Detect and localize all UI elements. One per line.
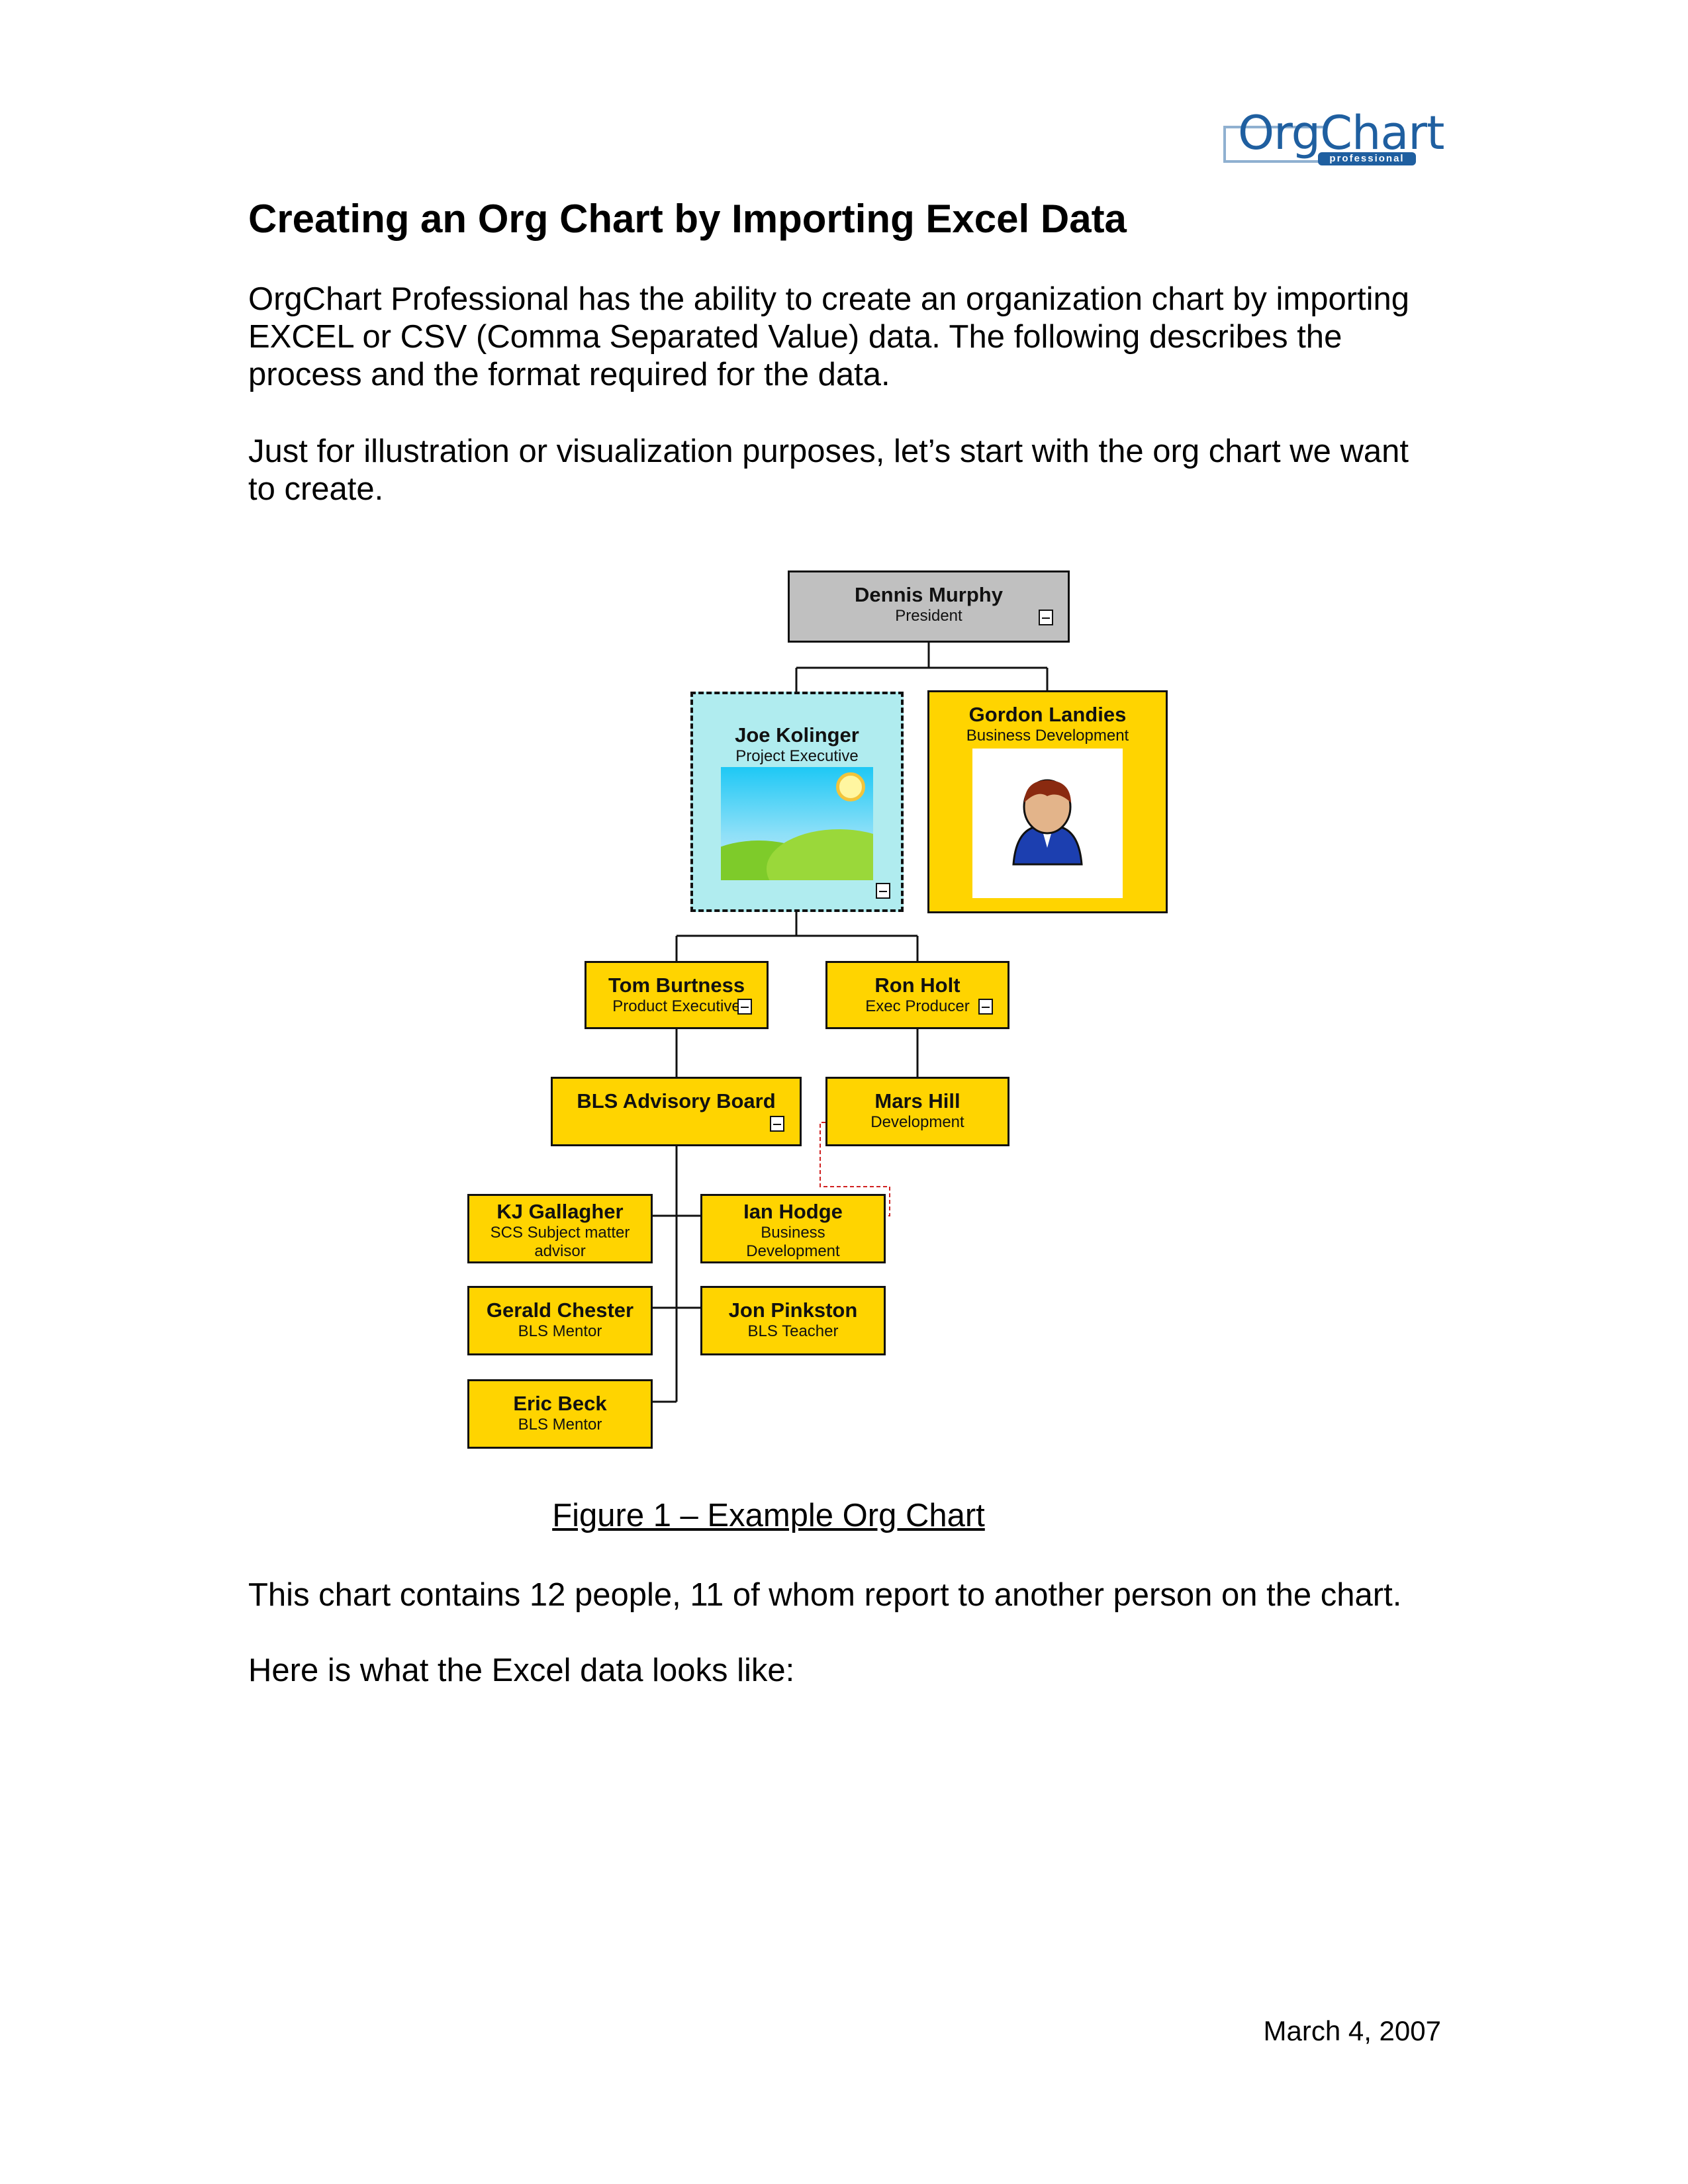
node-name: Ron Holt: [874, 974, 961, 997]
caption-text: Figure 1 – Example Org Chart: [552, 1498, 985, 1533]
footer-date: March 4, 2007: [1263, 2015, 1442, 2046]
node-name: Eric Beck: [513, 1392, 607, 1415]
sun-graphic: [836, 772, 865, 801]
org-node-gordon-landies[interactable]: Gordon Landies Business Development: [927, 690, 1168, 913]
node-name: Dennis Murphy: [855, 583, 1003, 606]
org-node-eric-beck[interactable]: Eric Beck BLS Mentor: [467, 1379, 653, 1449]
node-title: Business Development: [966, 727, 1129, 745]
node-title: BLS Teacher: [747, 1322, 839, 1340]
summary-paragraph: This chart contains 12 people, 11 of who…: [248, 1577, 1402, 1613]
photo-frame: [972, 749, 1123, 898]
org-node-jon-pinkston[interactable]: Jon Pinkston BLS Teacher: [700, 1286, 886, 1355]
node-name: Mars Hill: [874, 1089, 961, 1113]
org-node-mars-hill[interactable]: Mars Hill Development: [825, 1077, 1009, 1146]
connector-bls-spine: [653, 1146, 700, 1403]
node-title: BLS Mentor: [518, 1416, 602, 1433]
collapse-icon[interactable]: [876, 883, 890, 899]
org-node-joe-kolinger[interactable]: Joe Kolinger Project Executive: [690, 692, 904, 912]
figure-caption: Figure 1 – Example Org Chart: [0, 1497, 1537, 1534]
landscape-photo: [721, 767, 873, 880]
collapse-icon[interactable]: [737, 999, 752, 1015]
org-node-ron-holt[interactable]: Ron Holt Exec Producer: [825, 961, 1009, 1029]
collapse-icon[interactable]: [770, 1116, 784, 1132]
collapse-icon[interactable]: [1039, 610, 1053, 625]
node-name: Jon Pinkston: [728, 1298, 858, 1322]
node-title: President: [895, 607, 962, 625]
node-name: Gordon Landies: [968, 703, 1127, 726]
collapse-icon[interactable]: [978, 999, 993, 1015]
org-node-bls-advisory-board[interactable]: BLS Advisory Board: [551, 1077, 802, 1146]
connector-joe-children: [675, 912, 919, 961]
org-node-dennis-murphy[interactable]: Dennis Murphy President: [788, 570, 1070, 643]
node-name: Joe Kolinger: [735, 723, 859, 747]
excel-intro-paragraph: Here is what the Excel data looks like:: [248, 1653, 795, 1688]
org-node-kj-gallagher[interactable]: KJ Gallagher SCS Subject matter advisor: [467, 1194, 653, 1263]
org-node-tom-burtness[interactable]: Tom Burtness Product Executive: [585, 961, 769, 1029]
node-name: KJ Gallagher: [496, 1200, 624, 1223]
node-title: SCS Subject matter advisor: [490, 1224, 630, 1260]
node-name: BLS Advisory Board: [577, 1089, 776, 1113]
node-name: Tom Burtness: [608, 974, 745, 997]
node-title: Business Development: [746, 1224, 840, 1260]
org-node-ian-hodge[interactable]: Ian Hodge Business Development: [700, 1194, 886, 1263]
node-title: BLS Mentor: [518, 1322, 602, 1340]
node-name: Ian Hodge: [743, 1200, 843, 1223]
org-node-gerald-chester[interactable]: Gerald Chester BLS Mentor: [467, 1286, 653, 1355]
node-name: Gerald Chester: [486, 1298, 634, 1322]
person-avatar-icon: [1012, 779, 1083, 866]
node-title: Project Executive: [735, 747, 859, 765]
node-title: Development: [870, 1113, 964, 1131]
hill-graphic: [767, 829, 873, 880]
connector-dennis-children: [795, 643, 1049, 692]
